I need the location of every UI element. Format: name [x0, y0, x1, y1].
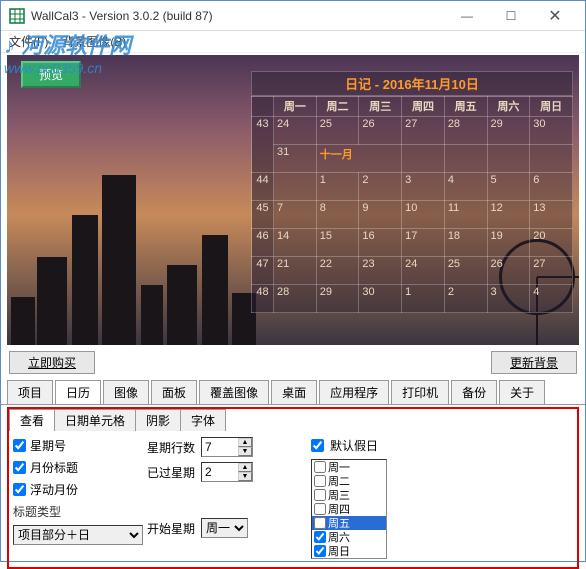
tab-app[interactable]: 应用程序	[319, 380, 389, 404]
tab-project[interactable]: 项目	[7, 380, 53, 404]
list-item: 周二	[312, 474, 386, 488]
calendar-row: 46 14151617181920	[252, 229, 573, 257]
subtab-shadow[interactable]: 阴影	[135, 409, 181, 431]
week-rows-input[interactable]	[202, 439, 238, 455]
menu-bgimage[interactable]: 背景图像(B)	[62, 33, 126, 50]
tab-panel[interactable]: 面板	[151, 380, 197, 404]
start-week-select[interactable]: 周一	[201, 518, 248, 538]
preview-button[interactable]: 预览	[21, 61, 81, 88]
subtab-font[interactable]: 字体	[180, 409, 226, 431]
calendar-row: 48 2829301234	[252, 285, 573, 313]
button-bar: 立即购买 更新背景	[1, 347, 585, 378]
calendar-header-row: 周一 周二 周三 周四 周五 周六 周日	[252, 97, 573, 117]
spin-up-icon[interactable]: ▲	[238, 463, 252, 472]
start-week-label: 开始星期	[147, 520, 195, 537]
tab-printer[interactable]: 打印机	[391, 380, 449, 404]
spin-down-icon[interactable]: ▼	[238, 447, 252, 456]
list-item: 周三	[312, 488, 386, 502]
spin-up-icon[interactable]: ▲	[238, 438, 252, 447]
default-holiday-label: 默认假日	[330, 437, 378, 454]
titlebar: WallCal3 - Version 3.0.2 (build 87) — ☐ …	[1, 1, 585, 31]
calendar-row: 31十一月	[252, 145, 573, 173]
main-window: WallCal3 - Version 3.0.2 (build 87) — ☐ …	[0, 0, 586, 562]
past-weeks-input[interactable]	[202, 464, 238, 480]
day-listbox[interactable]: 周一 周二 周三 周四 周五 周六 周日	[311, 459, 387, 559]
main-tabstrip: 项目 日历 图像 面板 覆盖图像 桌面 应用程序 打印机 备份 关于	[1, 378, 585, 405]
week-rows-label: 星期行数	[147, 439, 195, 456]
list-item: 周四	[312, 502, 386, 516]
tab-overlay[interactable]: 覆盖图像	[199, 380, 269, 404]
menubar: 文件(F) 背景图像(B)	[1, 31, 585, 53]
window-title: WallCal3 - Version 3.0.2 (build 87)	[31, 9, 445, 23]
settings-panel: 星期号 月份标题 浮动月份 标题类型 项目部分＋日 星期行数 ▲▼ 已过星期	[9, 431, 577, 565]
list-item: 周一	[312, 460, 386, 474]
minimize-button[interactable]: —	[445, 2, 489, 30]
sub-tabstrip: 查看 日期单元格 阴影 字体	[9, 409, 577, 431]
buy-button[interactable]: 立即购买	[9, 351, 95, 374]
title-type-select[interactable]: 项目部分＋日	[13, 525, 143, 545]
list-item: 周日	[312, 544, 386, 558]
calendar-table: 周一 周二 周三 周四 周五 周六 周日 43 24252627282930 3…	[251, 96, 573, 313]
checkbox-month-title[interactable]: 月份标题	[13, 459, 143, 476]
week-rows-spinner[interactable]: ▲▼	[201, 437, 253, 457]
menu-file[interactable]: 文件(F)	[9, 33, 48, 50]
tab-desktop[interactable]: 桌面	[271, 380, 317, 404]
list-item: 周五	[312, 516, 386, 530]
checkbox-float-month[interactable]: 浮动月份	[13, 481, 143, 498]
highlighted-panel: 查看 日期单元格 阴影 字体 星期号 月份标题 浮动月份 标题类型 项目部分＋日…	[7, 407, 579, 569]
tab-about[interactable]: 关于	[499, 380, 545, 404]
subtab-datecell[interactable]: 日期单元格	[54, 409, 136, 431]
calendar: 日记 - 2016年11月10日 周一 周二 周三 周四 周五 周六 周日 43…	[251, 71, 573, 313]
calendar-row: 47 21222324252627	[252, 257, 573, 285]
list-item: 周六	[312, 530, 386, 544]
past-weeks-spinner[interactable]: ▲▼	[201, 462, 253, 482]
calendar-row: 44 123456	[252, 173, 573, 201]
app-icon	[9, 8, 25, 24]
tab-image[interactable]: 图像	[103, 380, 149, 404]
tab-backup[interactable]: 备份	[451, 380, 497, 404]
calendar-row: 43 24252627282930	[252, 117, 573, 145]
calendar-row: 45 78910111213	[252, 201, 573, 229]
title-type-label: 标题类型	[13, 503, 143, 520]
calendar-title: 日记 - 2016年11月10日	[251, 71, 573, 96]
default-holiday-checkbox[interactable]	[311, 439, 324, 452]
close-button[interactable]: ✕	[533, 2, 577, 30]
tab-calendar[interactable]: 日历	[55, 380, 101, 404]
month-label: 十一月	[316, 145, 401, 173]
past-weeks-label: 已过星期	[147, 464, 195, 481]
checkbox-week-number[interactable]: 星期号	[13, 437, 143, 454]
subtab-view[interactable]: 查看	[9, 409, 55, 431]
maximize-button[interactable]: ☐	[489, 2, 533, 30]
update-background-button[interactable]: 更新背景	[491, 351, 577, 374]
spin-down-icon[interactable]: ▼	[238, 472, 252, 481]
preview-area: 预览 日记 - 2016年11月10日 周一 周二 周三 周四 周五 周六 周日…	[7, 55, 579, 345]
